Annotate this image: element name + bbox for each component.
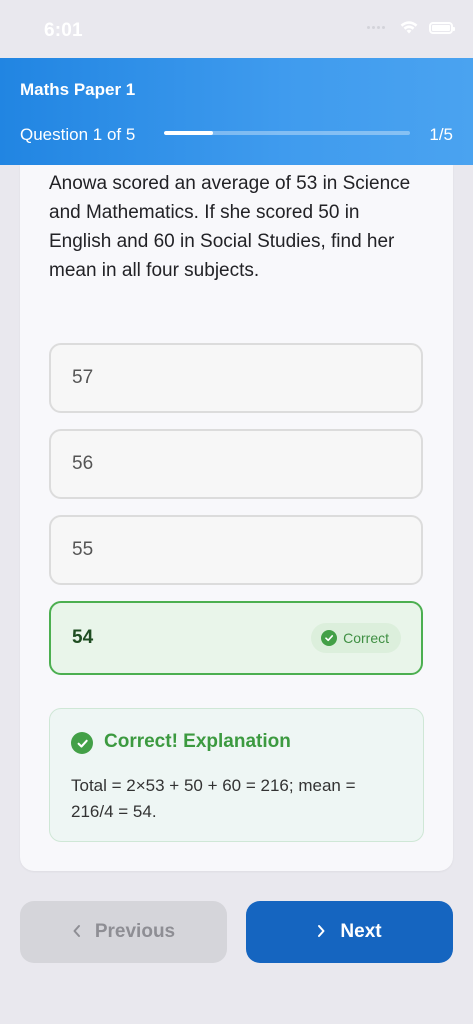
previous-button-label: Previous [94,921,176,942]
answer-option-4-correct[interactable]: 54 Correct [49,601,423,675]
question-text: Anowa scored an average of 53 in Science… [49,173,411,281]
cellular-signal-icon [367,26,385,29]
next-button[interactable]: Next [246,901,453,963]
answer-option-1[interactable]: 57 [49,343,423,413]
chevron-left-icon [72,922,81,942]
check-circle-icon [321,630,338,646]
check-circle-icon [71,732,93,754]
answer-option-label: 55 [72,539,94,560]
status-icons [367,20,455,35]
answer-option-label: 56 [72,453,94,474]
wifi-icon [400,21,418,34]
quiz-header: Maths Paper 1 Question 1 of 5 1/5 [0,58,473,165]
correct-badge: Correct [311,623,401,653]
progress-bar-fill [164,131,214,135]
status-bar: 6:01 [0,0,473,58]
chevron-right-icon [317,922,326,942]
explanation-panel: Correct! Explanation Total = 2×53 + 50 +… [49,708,424,842]
progress-bar [164,131,410,135]
next-button-label: Next [340,921,382,942]
answer-option-2[interactable]: 56 [49,429,423,499]
explanation-title: Correct! Explanation [104,731,291,752]
question-counter-label: Question 1 of 5 [20,125,136,144]
answer-option-3[interactable]: 55 [49,515,423,585]
answer-option-label: 57 [72,367,94,388]
answer-option-label: 54 [72,627,94,648]
explanation-body: Total = 2×53 + 50 + 60 = 216; mean = 216… [71,776,356,821]
previous-button[interactable]: Previous [20,901,227,963]
status-time: 6:01 [44,20,83,41]
question-count: 1/5 [429,125,453,144]
question-card: Anowa scored an average of 53 in Science… [20,165,453,871]
battery-icon [429,21,455,34]
paper-title: Maths Paper 1 [20,80,136,99]
correct-badge-label: Correct [343,630,389,646]
